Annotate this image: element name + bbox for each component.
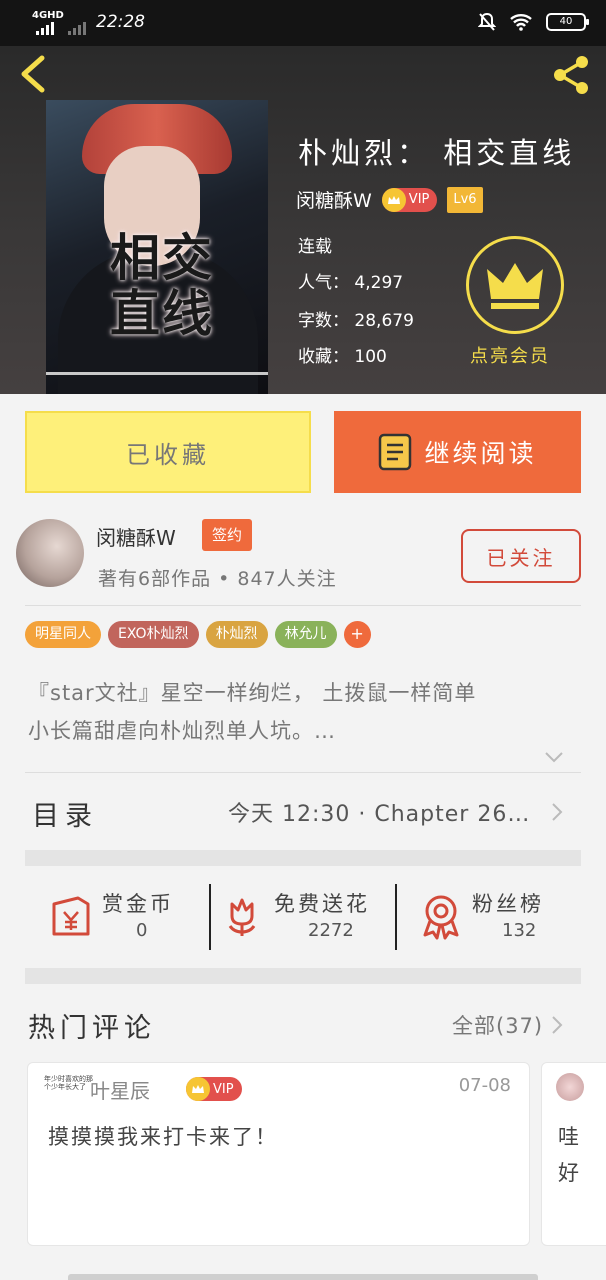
- collected-button[interactable]: 已收藏: [25, 411, 311, 493]
- divider: [209, 884, 211, 950]
- popularity: 人气： 4,297: [298, 273, 404, 293]
- book-title: 朴灿烈： 相交直线: [298, 136, 576, 170]
- tag-list: 明星同人 EXO朴灿烈 朴灿烈 林允儿 +: [25, 621, 371, 648]
- follow-button[interactable]: 已关注: [461, 529, 581, 583]
- comment-date: 07-08: [458, 1075, 511, 1096]
- tag-item[interactable]: 朴灿烈: [205, 621, 268, 648]
- toc-label[interactable]: 目录: [32, 794, 98, 833]
- divider: [25, 772, 581, 773]
- clock: 22:28: [96, 12, 145, 32]
- book-cover[interactable]: 相交 直线: [46, 100, 268, 394]
- hot-comments-title: 热门评论: [28, 1013, 156, 1044]
- author-row: 闵糖酥W VIP Lv6: [296, 186, 483, 213]
- book-icon: [379, 433, 412, 471]
- favorites-count: 收藏： 100: [298, 347, 387, 367]
- author-name[interactable]: 闵糖酥W: [296, 186, 372, 213]
- chevron-right-icon[interactable]: [551, 802, 563, 822]
- status-bar: 4GHD 22:28 40: [0, 0, 606, 46]
- share-icon[interactable]: [548, 52, 594, 98]
- commenter-avatar[interactable]: [556, 1073, 584, 1101]
- section-gap: [25, 850, 581, 866]
- comment-text: 摸摸摸我来打卡来了！: [48, 1125, 278, 1149]
- crown-icon: [381, 187, 406, 212]
- divider: [395, 884, 397, 950]
- add-tag-button[interactable]: +: [343, 621, 371, 648]
- cover-title: 相交 直线: [110, 228, 214, 343]
- chevron-right-icon[interactable]: [551, 1015, 563, 1035]
- section-gap: [25, 968, 581, 984]
- member-crown-icon[interactable]: [466, 236, 564, 334]
- member-label[interactable]: 点亮会员: [470, 342, 550, 368]
- all-comments-link[interactable]: 全部(37): [452, 1010, 543, 1040]
- tag-item[interactable]: EXO朴灿烈: [108, 621, 199, 648]
- commenter-name[interactable]: 叶星辰: [90, 1075, 150, 1104]
- vip-badge: VIP: [381, 187, 438, 212]
- level-badge: Lv6: [447, 186, 483, 213]
- tag-item[interactable]: 明星同人: [25, 621, 101, 648]
- word-count: 字数： 28,679: [298, 311, 414, 331]
- vip-badge: VIP: [186, 1077, 242, 1101]
- free-flower[interactable]: 免费送花 2272: [222, 884, 392, 950]
- signal-2-icon: [68, 22, 86, 35]
- expand-chevron-icon[interactable]: [544, 750, 564, 764]
- divider: [25, 605, 581, 606]
- signal-icon: [36, 22, 54, 35]
- ribbon-badge-icon: [423, 895, 459, 940]
- reward-coins[interactable]: 赏金币 0: [48, 884, 198, 950]
- author-avatar[interactable]: [16, 519, 84, 587]
- signed-badge: 签约: [202, 519, 253, 551]
- author-card-name[interactable]: 闵糖酥W: [96, 522, 176, 551]
- comment-card[interactable]: 哇 好: [541, 1062, 606, 1246]
- book-header: 相交 直线 朴灿烈： 相交直线 闵糖酥W VIP Lv6 连载 人气： 4,29…: [0, 46, 606, 394]
- author-stats: 著有6部作品 • 847人关注: [98, 568, 337, 590]
- continue-reading-button[interactable]: 继续阅读: [334, 411, 581, 493]
- book-status: 连载: [298, 237, 332, 257]
- wifi-icon: [510, 14, 532, 31]
- mute-bell-icon: [478, 12, 496, 31]
- crown-icon: [186, 1077, 210, 1101]
- flower-icon: [228, 898, 256, 936]
- red-envelope-icon: [52, 896, 90, 936]
- battery-icon: 40: [546, 13, 589, 31]
- tag-item[interactable]: 林允儿: [274, 621, 337, 648]
- back-chevron-icon[interactable]: [16, 54, 50, 94]
- fan-ranking[interactable]: 粉丝榜 132: [420, 884, 570, 950]
- latest-chapter[interactable]: 今天 12:30 · Chapter 26…: [228, 796, 530, 828]
- comment-card[interactable]: 年少时喜欢的那个少年长大了 叶星辰 VIP 07-08 摸摸摸我来打卡来了！: [27, 1062, 530, 1246]
- bottom-edge: [68, 1274, 538, 1280]
- book-intro[interactable]: 『star文社』星空一样绚烂， 土拨鼠一样简单 小长篇甜虐向朴灿烈单人坑。…: [28, 674, 568, 750]
- network-indicator: 4GHD: [32, 10, 64, 21]
